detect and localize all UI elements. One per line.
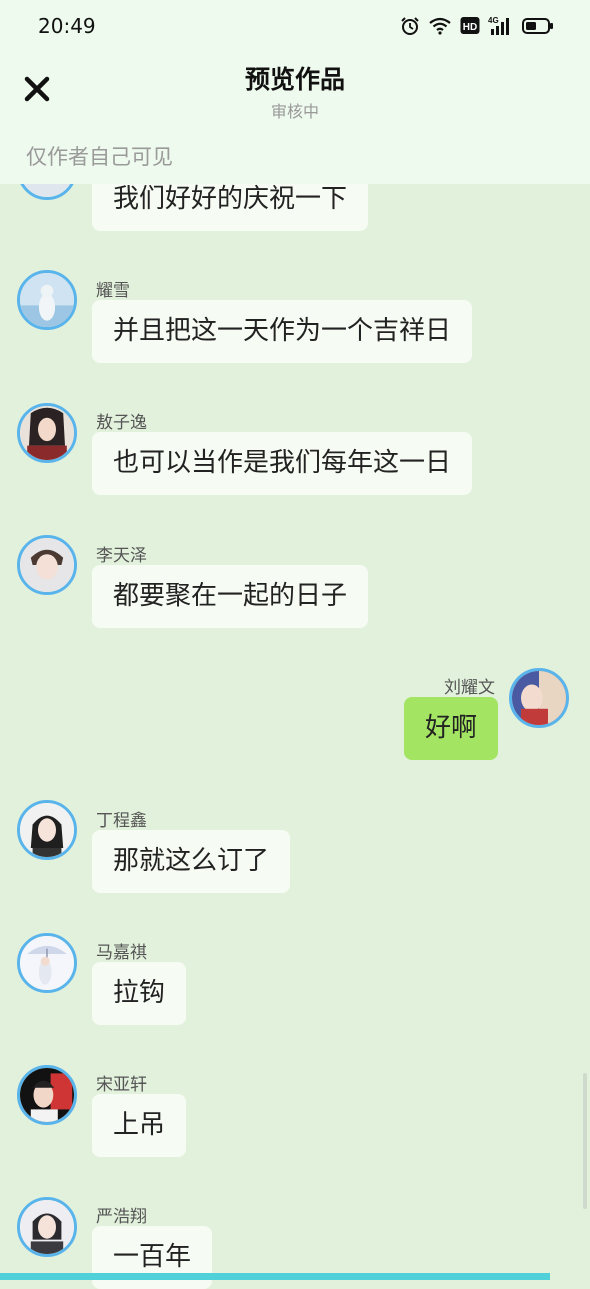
- status-time: 20:49: [38, 14, 96, 38]
- sender-name: 耀雪: [96, 281, 130, 301]
- message-bubble[interactable]: 也可以当作是我们每年这一日: [92, 432, 473, 495]
- message-bubble[interactable]: 上吊: [92, 1094, 187, 1157]
- message-bubble[interactable]: 好啊: [403, 697, 498, 760]
- page-title: 预览作品: [244, 65, 345, 94]
- avatar[interactable]: [17, 933, 77, 993]
- avatar[interactable]: [17, 1065, 77, 1125]
- message-bubble[interactable]: 那就这么订了: [92, 830, 291, 893]
- avatar[interactable]: [17, 1197, 77, 1257]
- sender-name: 马嘉祺: [96, 943, 147, 963]
- message-bubble[interactable]: 并且把这一天作为一个吉祥日: [92, 300, 473, 363]
- visibility-note: 仅作者自己可见: [26, 145, 173, 169]
- hd-icon: HD: [460, 16, 480, 36]
- signal-icon: 4G: [488, 15, 514, 37]
- svg-text:4G: 4G: [488, 16, 499, 25]
- message-bubble[interactable]: 拉钩: [92, 962, 187, 1025]
- chat-area: 我们好好的庆祝一下 耀雪 并且把这一天作为一个吉祥日 敖子逸 也可以当作是我们每…: [0, 0, 590, 1289]
- sender-name: 敖子逸: [96, 413, 147, 433]
- battery-icon: [522, 17, 554, 35]
- sender-name: 李天泽: [96, 546, 147, 566]
- scrollbar[interactable]: [583, 1073, 587, 1209]
- message-bubble[interactable]: 都要聚在一起的日子: [92, 565, 369, 628]
- review-status: 审核中: [270, 102, 319, 121]
- wifi-icon: [428, 16, 452, 36]
- avatar[interactable]: [17, 535, 77, 595]
- sender-name: 宋亚轩: [96, 1075, 147, 1095]
- avatar[interactable]: [17, 403, 77, 463]
- status-icons: HD 4G: [400, 14, 554, 38]
- alarm-icon: [400, 16, 420, 36]
- sender-name: 丁程鑫: [96, 811, 147, 831]
- svg-text:HD: HD: [463, 22, 477, 33]
- avatar[interactable]: [17, 270, 77, 330]
- avatar[interactable]: [509, 668, 569, 728]
- sender-name: 严浩翔: [96, 1207, 147, 1227]
- header: 20:49 HD 4G 预览作品 审核中 仅作者自己可见: [0, 0, 590, 184]
- sender-name: 刘耀文: [444, 678, 495, 698]
- avatar[interactable]: [17, 800, 77, 860]
- bottom-progress-bar: [0, 1273, 550, 1280]
